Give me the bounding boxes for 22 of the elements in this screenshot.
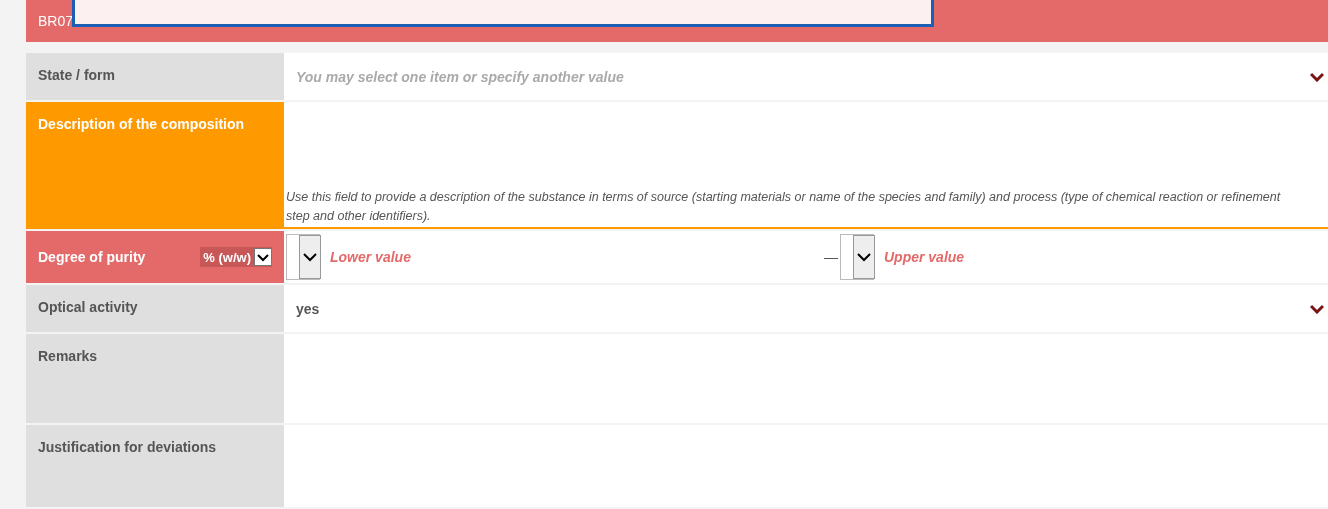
select-value: yes [296, 300, 321, 317]
label-text: State / form [38, 67, 115, 83]
label-text: Description of the composition [38, 116, 245, 132]
label-text: Degree of purity [38, 249, 146, 265]
label-text: Optical activity [38, 299, 138, 315]
label-text: Justification for deviations [38, 439, 217, 455]
chevron-down-icon[interactable] [1310, 71, 1324, 82]
select-input[interactable]: You may select one item or specify another value [296, 68, 1310, 85]
error-message: BR07 [38, 13, 74, 29]
chevron-down-icon[interactable] [1310, 303, 1324, 314]
upper-value-field[interactable]: Upper value [884, 249, 1084, 265]
chevron-down-icon [254, 248, 272, 266]
select-field[interactable]: yes [284, 285, 1328, 332]
unit-select[interactable]: % (w/w) [200, 247, 272, 267]
label-text: Remarks [38, 348, 98, 364]
select-field[interactable]: You may select one item or specify another value [284, 53, 1328, 100]
text-area[interactable] [284, 102, 1328, 229]
qualifier-select[interactable] [840, 234, 874, 280]
field-hint: Use this field to provide a description of the substance in terms of source (starting materials or name of the species and family) and process (type of chemical reaction or refinement step and other identifiers). [286, 189, 1282, 225]
range-separator: — [824, 249, 838, 265]
lower-value-field[interactable]: Lower value [330, 249, 530, 265]
qualifier-select[interactable] [286, 234, 320, 280]
